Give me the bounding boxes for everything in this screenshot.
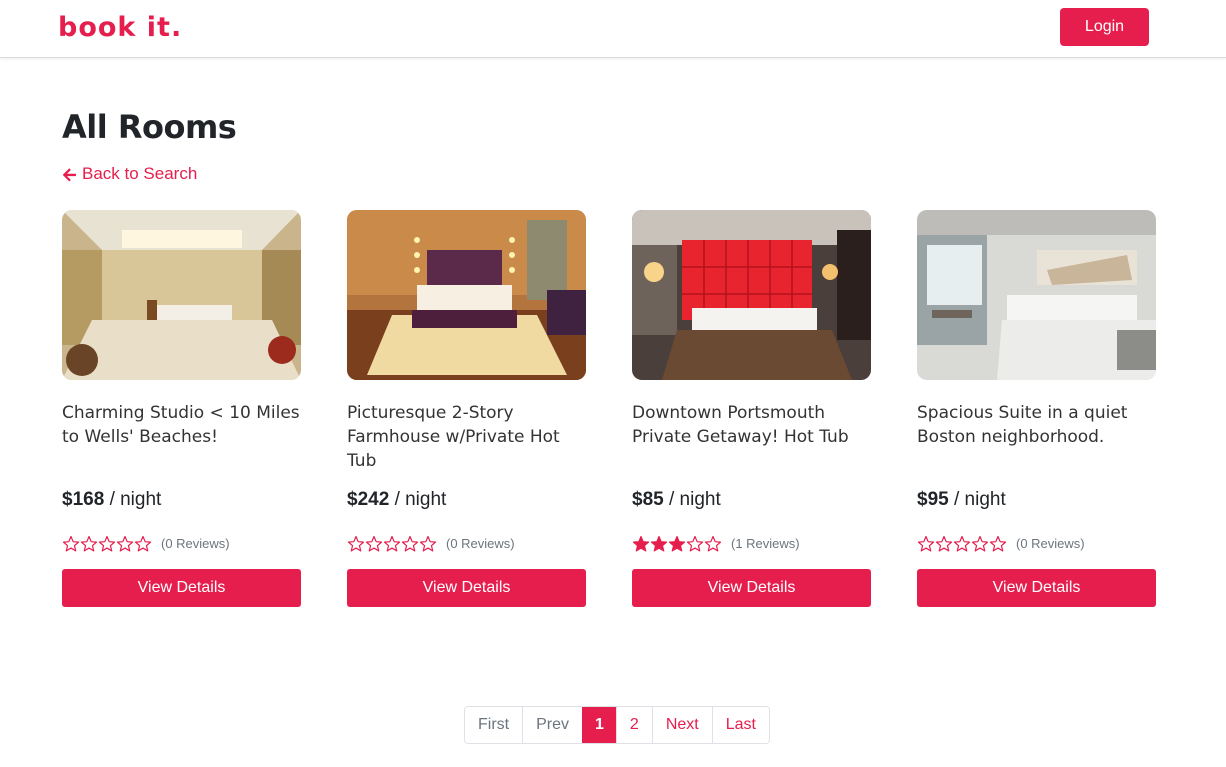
price-amount: $95 bbox=[917, 489, 949, 510]
star-empty-icon bbox=[116, 535, 134, 552]
room-price: $85 / night bbox=[632, 488, 871, 512]
room-rating: (0 Reviews) bbox=[62, 534, 301, 554]
price-amount: $242 bbox=[347, 489, 390, 510]
star-filled-icon bbox=[668, 535, 686, 552]
room-card: Downtown Portsmouth Private Getaway! Hot… bbox=[632, 210, 871, 607]
page-number-2[interactable]: 2 bbox=[615, 707, 652, 743]
navbar: book it. Login bbox=[0, 0, 1226, 58]
star-empty-icon bbox=[935, 535, 953, 552]
room-rating: (1 Reviews) bbox=[632, 534, 871, 554]
review-count: (0 Reviews) bbox=[1016, 536, 1085, 551]
price-unit: / night bbox=[109, 489, 162, 510]
star-empty-icon bbox=[953, 535, 971, 552]
room-image[interactable] bbox=[917, 210, 1156, 380]
page-number-1[interactable]: 1 bbox=[582, 707, 616, 743]
room-title[interactable]: Spacious Suite in a quiet Boston neighbo… bbox=[917, 401, 1156, 473]
view-details-button[interactable]: View Details bbox=[62, 569, 301, 607]
star-empty-icon bbox=[383, 535, 401, 552]
brand-logo[interactable]: book it. bbox=[58, 10, 182, 46]
room-title[interactable]: Picturesque 2-Story Farmhouse w/Private … bbox=[347, 401, 586, 473]
price-unit: / night bbox=[668, 489, 721, 510]
page-last[interactable]: Last bbox=[711, 707, 769, 743]
page-title: All Rooms bbox=[62, 108, 237, 146]
back-to-search-link[interactable]: Back to Search bbox=[62, 162, 197, 186]
star-rating bbox=[917, 535, 1007, 553]
price-amount: $168 bbox=[62, 489, 105, 510]
star-empty-icon bbox=[917, 535, 935, 552]
room-price: $168 / night bbox=[62, 488, 301, 512]
price-unit: / night bbox=[394, 489, 447, 510]
star-empty-icon bbox=[347, 535, 365, 552]
room-title[interactable]: Charming Studio < 10 Miles to Wells' Bea… bbox=[62, 401, 301, 473]
view-details-button[interactable]: View Details bbox=[632, 569, 871, 607]
room-image[interactable] bbox=[632, 210, 871, 380]
star-filled-icon bbox=[650, 535, 668, 552]
star-empty-icon bbox=[971, 535, 989, 552]
back-to-search-label: Back to Search bbox=[82, 164, 198, 183]
star-empty-icon bbox=[98, 535, 116, 552]
room-price: $95 / night bbox=[917, 488, 1156, 512]
page-first[interactable]: First bbox=[465, 707, 523, 743]
view-details-button[interactable]: View Details bbox=[347, 569, 586, 607]
star-rating bbox=[632, 535, 722, 553]
star-empty-icon bbox=[365, 535, 383, 552]
star-empty-icon bbox=[419, 535, 437, 552]
star-empty-icon bbox=[134, 535, 152, 552]
room-rating: (0 Reviews) bbox=[347, 534, 586, 554]
room-price: $242 / night bbox=[347, 488, 586, 512]
price-amount: $85 bbox=[632, 489, 664, 510]
review-count: (0 Reviews) bbox=[161, 536, 230, 551]
room-rating: (0 Reviews) bbox=[917, 534, 1156, 554]
star-empty-icon bbox=[686, 535, 704, 552]
room-card: Charming Studio < 10 Miles to Wells' Bea… bbox=[62, 210, 301, 607]
star-empty-icon bbox=[704, 535, 722, 552]
page-prev[interactable]: Prev bbox=[522, 707, 583, 743]
review-count: (0 Reviews) bbox=[446, 536, 515, 551]
star-rating bbox=[62, 535, 152, 553]
star-filled-icon bbox=[632, 535, 650, 552]
star-rating bbox=[347, 535, 437, 553]
arrow-left-icon bbox=[62, 168, 77, 181]
room-card: Spacious Suite in a quiet Boston neighbo… bbox=[917, 210, 1156, 607]
review-count: (1 Reviews) bbox=[731, 536, 800, 551]
price-unit: / night bbox=[953, 489, 1006, 510]
star-empty-icon bbox=[401, 535, 419, 552]
star-empty-icon bbox=[80, 535, 98, 552]
page-next[interactable]: Next bbox=[651, 707, 712, 743]
view-details-button[interactable]: View Details bbox=[917, 569, 1156, 607]
login-button[interactable]: Login bbox=[1060, 8, 1149, 46]
star-empty-icon bbox=[989, 535, 1007, 552]
room-image[interactable] bbox=[347, 210, 586, 380]
star-empty-icon bbox=[62, 535, 80, 552]
room-image[interactable] bbox=[62, 210, 301, 380]
room-card: Picturesque 2-Story Farmhouse w/Private … bbox=[347, 210, 586, 607]
pagination: First Prev 1 2 Next Last bbox=[464, 706, 770, 744]
room-title[interactable]: Downtown Portsmouth Private Getaway! Hot… bbox=[632, 401, 871, 473]
